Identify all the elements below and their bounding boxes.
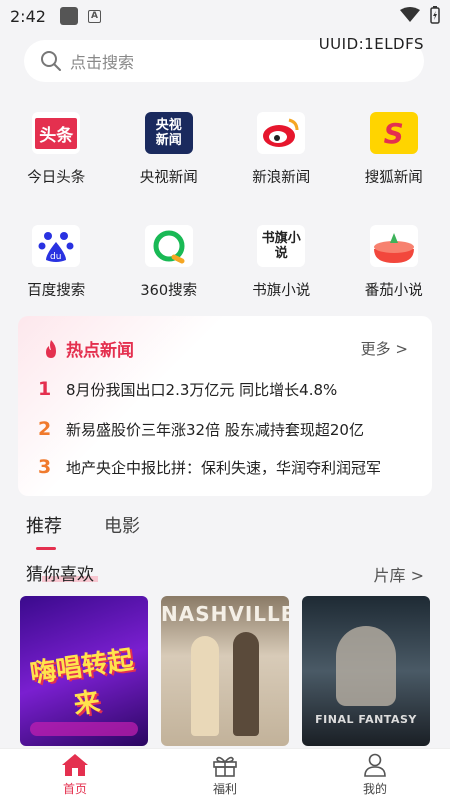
app-label: 360搜索 — [140, 283, 198, 299]
tomato-icon — [369, 225, 418, 267]
nav-label: 首页 — [62, 781, 87, 796]
status-bar: 2:42 A — [0, 0, 450, 32]
360-icon — [144, 225, 193, 267]
flame-icon — [46, 339, 56, 358]
nav-welfare[interactable]: 福利 — [150, 749, 300, 800]
app-label: 搜狐新闻 — [364, 170, 423, 186]
news-rank: 2 — [38, 418, 52, 440]
app-sohu-news[interactable]: S 搜狐新闻 — [338, 112, 450, 187]
cctv-news-icon: 央视新闻 — [144, 112, 193, 154]
app-label: 新浪新闻 — [252, 170, 311, 186]
nav-label: 福利 — [212, 781, 237, 796]
shuqi-icon: 书旗小说 — [257, 225, 306, 267]
tab-recommend[interactable]: 推荐 — [26, 512, 62, 550]
home-icon — [62, 753, 88, 776]
poster-figure — [336, 626, 396, 706]
app-label: 今日头条 — [27, 170, 86, 186]
toutiao-icon: 头条 — [32, 112, 81, 154]
app-shuqi-novel[interactable]: 书旗小说 书旗小说 — [225, 225, 338, 300]
poster-figure — [191, 636, 219, 736]
app-grid-row-2: du 百度搜索 360搜索 书旗小说 书旗小说 番茄小说 — [0, 225, 450, 300]
app-label: 央视新闻 — [139, 170, 198, 186]
battery-icon — [430, 6, 440, 24]
app-grid-row-1: 头条 今日头条 央视新闻 央视新闻 新浪新闻 S 搜狐新闻 — [0, 112, 450, 187]
poster-title: 嗨唱转起来 — [28, 645, 136, 721]
app-fanqie-novel[interactable]: 番茄小说 — [338, 225, 450, 300]
tab-movies[interactable]: 电影 — [104, 512, 140, 538]
news-headline: 8月份我国出口2.3万亿元 同比增长4.8% — [66, 380, 338, 399]
app-360-search[interactable]: 360搜索 — [113, 225, 226, 300]
app-label: 书旗小说 — [252, 283, 311, 299]
news-rank: 1 — [38, 378, 52, 400]
search-placeholder: 点击搜索 — [70, 53, 135, 72]
hot-news-more-link[interactable]: 更多 > — [361, 338, 408, 359]
section-title: 猜你喜欢 — [26, 565, 94, 585]
app-baidu-search[interactable]: du 百度搜索 — [0, 225, 113, 300]
news-item[interactable]: 1 8月份我国出口2.3万亿元 同比增长4.8% — [38, 378, 418, 400]
hot-news-title: 热点新闻 — [42, 336, 134, 361]
poster-figure — [233, 632, 259, 736]
baidu-icon: du — [32, 225, 81, 267]
library-link[interactable]: 片库 > — [374, 562, 425, 586]
weibo-icon — [257, 112, 306, 154]
news-rank: 3 — [38, 456, 52, 478]
uuid-label: UUID:1ELDFS — [318, 35, 424, 53]
poster-card[interactable]: NASHVILLE — [161, 596, 289, 746]
user-icon — [364, 753, 386, 777]
accessibility-icon: A — [87, 9, 101, 23]
poster-title: NASHVILLE — [161, 602, 289, 626]
poster-row: 嗨唱转起来 NASHVILLE FINAL FANTASY — [20, 596, 430, 746]
news-item[interactable]: 3 地产央企中报比拼：保利失速，华润夺利润冠军 — [38, 456, 418, 478]
news-headline: 新易盛股价三年涨32倍 股东减持套现超20亿 — [66, 420, 364, 439]
poster-title: FINAL FANTASY — [315, 713, 417, 726]
svg-text:du: du — [50, 252, 61, 262]
wifi-icon — [400, 7, 420, 22]
notification-icon — [59, 7, 78, 25]
news-headline: 地产央企中报比拼：保利失速，华润夺利润冠军 — [66, 458, 382, 477]
news-item[interactable]: 2 新易盛股价三年涨32倍 股东减持套现超20亿 — [38, 418, 418, 440]
nav-home[interactable]: 首页 — [0, 749, 150, 800]
gift-icon — [213, 756, 237, 777]
poster-stage — [30, 722, 138, 736]
app-toutiao[interactable]: 头条 今日头条 — [0, 112, 113, 187]
nav-label: 我的 — [362, 781, 387, 796]
nav-profile[interactable]: 我的 — [300, 749, 450, 800]
poster-card[interactable]: FINAL FANTASY — [302, 596, 430, 746]
status-time: 2:42 — [10, 6, 46, 26]
app-label: 番茄小说 — [364, 283, 423, 299]
app-sina-news[interactable]: 新浪新闻 — [225, 112, 338, 187]
bottom-nav: 首页 福利 我的 — [0, 748, 450, 800]
poster-card[interactable]: 嗨唱转起来 — [20, 596, 148, 746]
app-cctv-news[interactable]: 央视新闻 央视新闻 — [113, 112, 226, 187]
search-icon — [41, 51, 61, 71]
hot-news-card: 热点新闻 更多 > 1 8月份我国出口2.3万亿元 同比增长4.8% 2 新易盛… — [18, 316, 432, 496]
content-tabs: 推荐 电影 — [26, 512, 140, 550]
hot-news-title-text: 热点新闻 — [66, 341, 134, 361]
app-label: 百度搜索 — [27, 283, 86, 299]
sohu-icon: S — [369, 112, 418, 154]
